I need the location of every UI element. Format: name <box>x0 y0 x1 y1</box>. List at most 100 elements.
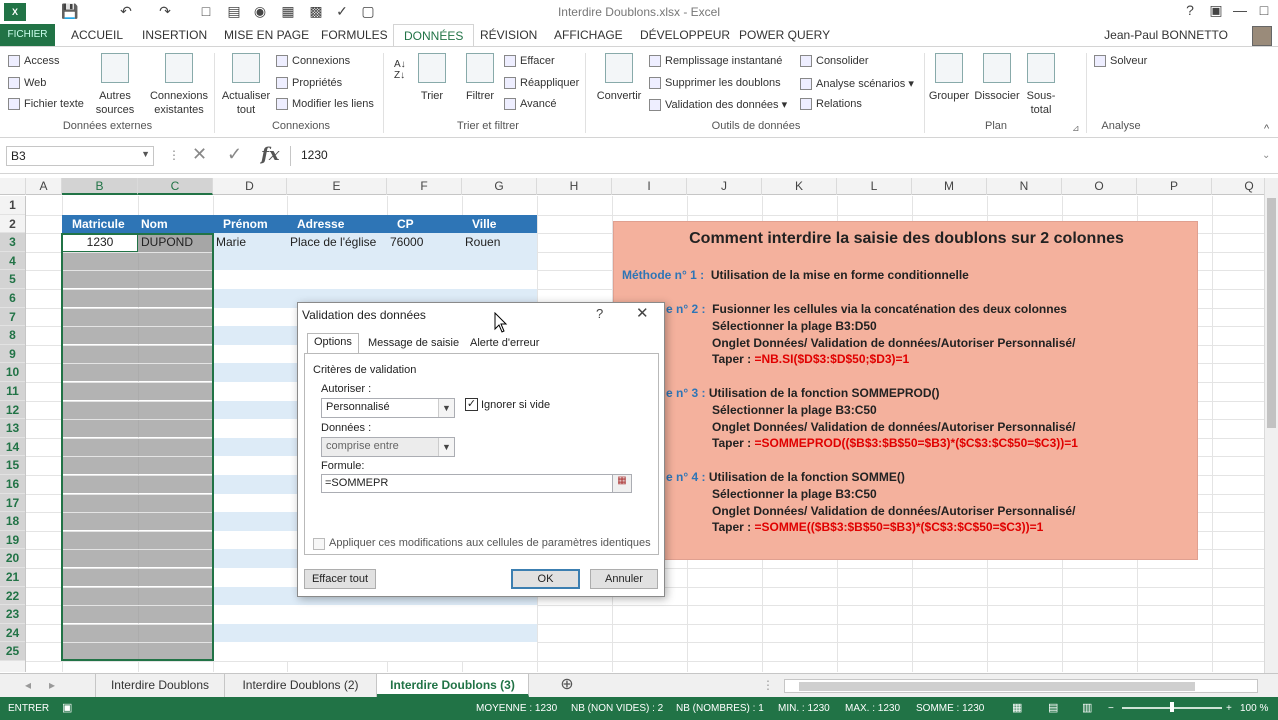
tab-error-alert[interactable]: Alerte d'erreur <box>464 335 545 353</box>
table-cell[interactable]: Place de l'église <box>287 233 387 253</box>
filter-button[interactable]: Filtrer <box>462 53 498 103</box>
row-header[interactable]: 19 <box>0 530 25 550</box>
row-header[interactable]: 13 <box>0 419 25 438</box>
ignore-blank-checkbox[interactable]: ✓ <box>465 398 478 411</box>
help-icon[interactable]: ? <box>1178 2 1202 18</box>
table-header-cell[interactable]: Ville <box>462 214 537 234</box>
dialog-launcher-icon[interactable]: ⊿ <box>1072 123 1080 134</box>
tab-insertion[interactable]: INSERTION <box>142 28 207 42</box>
remove-duplicates-button[interactable]: Supprimer les doublons <box>649 77 781 90</box>
tab-input-message[interactable]: Message de saisie <box>362 335 465 353</box>
maximize-icon[interactable]: □ <box>1252 2 1276 18</box>
row-header[interactable]: 24 <box>0 623 25 643</box>
user-name[interactable]: Jean-Paul BONNETTO <box>1104 28 1228 42</box>
text-file-button[interactable]: Fichier texte <box>8 98 84 111</box>
tab-revision[interactable]: RÉVISION <box>480 28 537 42</box>
normal-view-icon[interactable]: ▦ <box>1012 701 1022 714</box>
help-icon[interactable]: ? <box>596 306 603 321</box>
advanced-button[interactable]: Avancé <box>504 98 557 111</box>
table-cell[interactable]: 76000 <box>387 233 462 253</box>
web-button[interactable]: Web <box>8 77 46 90</box>
column-header[interactable]: B <box>62 178 138 195</box>
collapse-ribbon-icon[interactable]: ^ <box>1264 123 1269 135</box>
cancel-icon[interactable]: ✕ <box>192 144 207 165</box>
row-header[interactable]: 3 <box>0 233 25 252</box>
table-row[interactable] <box>213 623 537 643</box>
sheet-tab-active[interactable]: Interdire Doublons (3) <box>377 674 529 697</box>
chevron-down-icon[interactable]: ▼ <box>438 399 454 417</box>
column-header[interactable]: J <box>687 178 762 195</box>
row-header[interactable]: 20 <box>0 549 25 568</box>
row-header[interactable]: 7 <box>0 307 25 327</box>
column-header[interactable]: O <box>1062 178 1137 195</box>
flash-fill-button[interactable]: Remplissage instantané <box>649 55 782 68</box>
table-header-cell[interactable]: Matricule <box>62 214 138 234</box>
range-select-icon[interactable]: ▦ <box>612 474 632 493</box>
sheet-tab[interactable]: Interdire Doublons (2) <box>225 674 377 697</box>
edit-links-button[interactable]: Modifier les liens <box>276 98 374 111</box>
column-header[interactable]: F <box>387 178 462 195</box>
other-sources-button[interactable]: Autres sources <box>89 53 141 117</box>
tab-power-query[interactable]: POWER QUERY <box>739 28 830 42</box>
column-header[interactable]: D <box>213 178 287 195</box>
column-header[interactable]: M <box>912 178 987 195</box>
refresh-all-button[interactable]: Actualiser tout <box>219 53 273 117</box>
row-header[interactable]: 5 <box>0 270 25 289</box>
column-header[interactable]: K <box>762 178 837 195</box>
vertical-scrollbar[interactable] <box>1264 178 1278 673</box>
name-box[interactable]: B3 ▼ <box>6 146 154 166</box>
table-cell[interactable]: Rouen <box>462 233 537 253</box>
data-validation-dialog[interactable]: Validation des données ? ✕ Options Messa… <box>297 302 665 597</box>
column-header[interactable]: C <box>138 178 213 195</box>
row-header[interactable]: 17 <box>0 493 25 513</box>
row-header[interactable]: 1 <box>0 196 25 215</box>
table-row[interactable] <box>213 642 537 662</box>
next-sheet-icon[interactable]: ▸ <box>42 674 62 697</box>
table-header-cell[interactable]: Nom <box>138 214 213 234</box>
zoom-out-icon[interactable]: − <box>1108 703 1114 714</box>
allow-select[interactable]: Personnalisé ▼ <box>321 398 455 418</box>
row-header[interactable]: 22 <box>0 586 25 606</box>
row-header[interactable]: 21 <box>0 568 25 587</box>
table-row[interactable] <box>213 251 537 271</box>
tab-affichage[interactable]: AFFICHAGE <box>554 28 623 42</box>
sort-button[interactable]: Trier <box>414 53 450 103</box>
column-header[interactable]: H <box>537 178 612 195</box>
page-break-icon[interactable]: ▥ <box>1082 701 1092 714</box>
zoom-level[interactable]: 100 % <box>1240 703 1268 714</box>
chevron-down-icon[interactable]: ▼ <box>141 149 150 159</box>
formula-field[interactable]: =SOMMEPR <box>321 474 613 493</box>
enter-icon[interactable]: ✓ <box>227 144 242 165</box>
convert-button[interactable]: Convertir <box>593 53 645 103</box>
horizontal-scrollbar[interactable] <box>784 679 1258 693</box>
table-header-cell[interactable]: Prénom <box>213 214 287 234</box>
zoom-slider-handle[interactable] <box>1170 702 1174 712</box>
group-button[interactable]: Grouper <box>928 53 970 103</box>
ignore-blank-label[interactable]: Ignorer si vide <box>481 399 550 411</box>
tab-mise-en-page[interactable]: MISE EN PAGE <box>224 28 309 42</box>
ok-button[interactable]: OK <box>511 569 580 589</box>
sort-az-icon[interactable]: A↓ Z↓ <box>394 59 406 81</box>
column-header[interactable]: E <box>287 178 387 195</box>
existing-connections-button[interactable]: Connexions existantes <box>147 53 211 117</box>
access-button[interactable]: Access <box>8 55 59 68</box>
data-validation-button[interactable]: Validation des données ▾ <box>649 98 787 112</box>
row-header[interactable]: 25 <box>0 642 25 661</box>
row-header[interactable]: 4 <box>0 251 25 271</box>
close-icon[interactable]: ✕ <box>636 304 649 322</box>
column-header[interactable]: I <box>612 178 687 195</box>
column-header[interactable]: N <box>987 178 1062 195</box>
table-header-cell[interactable]: Adresse <box>287 214 387 234</box>
apply-all-label[interactable]: Appliquer ces modifications aux cellules… <box>329 537 651 549</box>
apply-all-checkbox[interactable] <box>313 538 325 550</box>
tab-accueil[interactable]: ACCUEIL <box>71 28 123 42</box>
ungroup-button[interactable]: Dissocier <box>974 53 1020 103</box>
table-row[interactable] <box>213 270 537 290</box>
row-header[interactable]: 2 <box>0 215 25 234</box>
relations-button[interactable]: Relations <box>800 98 862 111</box>
consolidate-button[interactable]: Consolider <box>800 55 869 68</box>
scroll-thumb[interactable] <box>799 682 1195 691</box>
tab-formules[interactable]: FORMULES <box>321 28 388 42</box>
row-header[interactable]: 23 <box>0 605 25 624</box>
clear-filter-button[interactable]: Effacer <box>504 55 555 68</box>
